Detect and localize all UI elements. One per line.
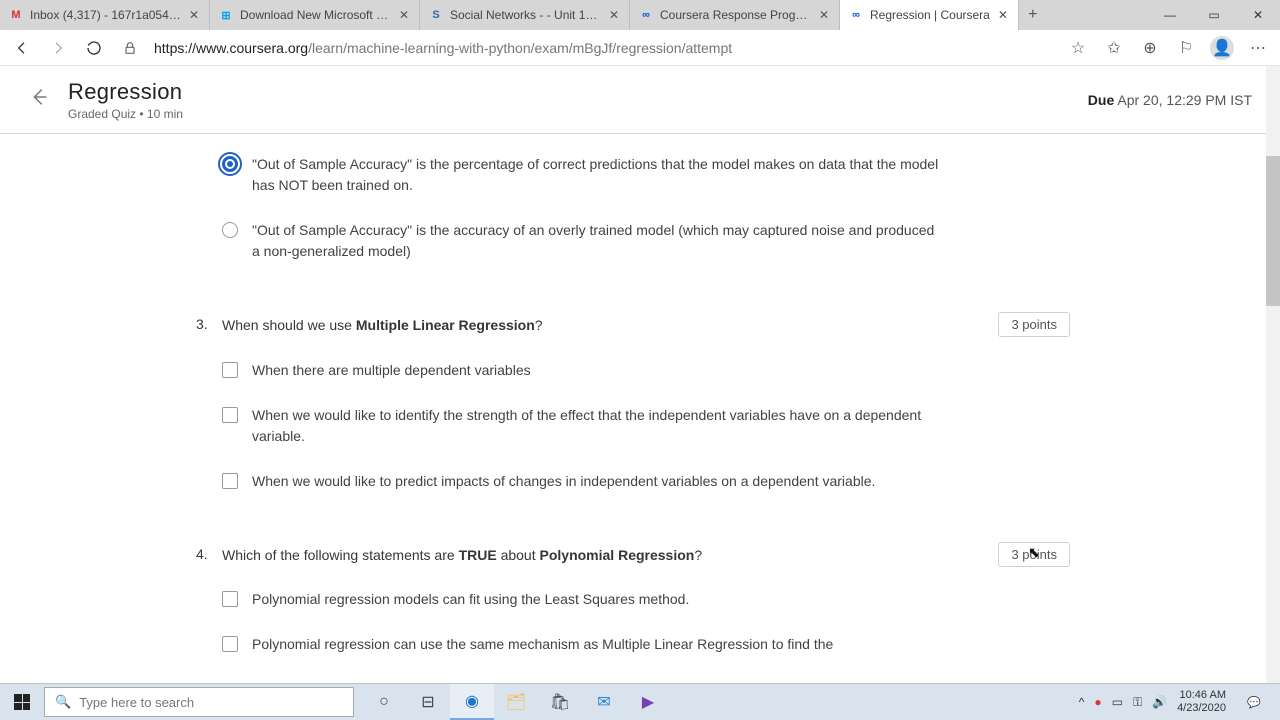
tab-label: Coursera Response Program f	[660, 8, 811, 22]
checkbox-icon[interactable]	[222, 473, 238, 489]
quiz-header: Regression Graded Quiz • 10 min Due Apr …	[0, 66, 1280, 134]
close-icon[interactable]: ✕	[187, 8, 201, 22]
radio-icon[interactable]	[222, 156, 238, 172]
search-placeholder: Type here to search	[79, 695, 194, 710]
points-badge: 3 points	[998, 312, 1070, 337]
favorites-bar-icon[interactable]: ✩	[1098, 33, 1130, 63]
checkbox-icon[interactable]	[222, 362, 238, 378]
checkbox-option[interactable]: When we would like to predict impacts of…	[222, 471, 942, 492]
option-text: "Out of Sample Accuracy" is the accuracy…	[252, 220, 942, 262]
page-title: Regression	[68, 79, 1088, 105]
radio-option[interactable]: "Out of Sample Accuracy" is the percenta…	[222, 154, 942, 196]
option-text: Polynomial regression models can fit usi…	[252, 589, 689, 610]
notifications-icon[interactable]: 💬	[1236, 696, 1272, 709]
quiz-body: "Out of Sample Accuracy" is the percenta…	[0, 134, 1280, 683]
profile-button[interactable]: 👤	[1206, 33, 1238, 63]
tab-label: Download New Microsoft Edg	[240, 8, 391, 22]
checkbox-icon[interactable]	[222, 636, 238, 652]
tray-app-icon[interactable]: ●	[1094, 695, 1101, 709]
question-text: When should we use Multiple Linear Regre…	[222, 316, 942, 336]
checkbox-icon[interactable]	[222, 591, 238, 607]
due-date: Due Apr 20, 12:29 PM IST	[1088, 92, 1252, 108]
option-text: Polynomial regression can use the same m…	[252, 634, 833, 655]
option-text: When there are multiple dependent variab…	[252, 360, 531, 381]
s-icon: S	[428, 7, 444, 23]
points-badge: 3 points	[998, 542, 1070, 567]
taskbar-clock[interactable]: 10:46 AM 4/23/2020	[1177, 689, 1226, 714]
question-4: 4. Which of the following statements are…	[60, 546, 1220, 656]
address-bar: https://www.coursera.org/learn/machine-l…	[0, 30, 1280, 66]
favorite-icon[interactable]: ☆	[1062, 33, 1094, 63]
radio-option[interactable]: "Out of Sample Accuracy" is the accuracy…	[222, 220, 942, 262]
avatar-icon: 👤	[1210, 36, 1234, 60]
coursera-icon: ∞	[638, 7, 654, 23]
tab-social-networks[interactable]: S Social Networks - - Unit 14 - V ✕	[420, 0, 630, 30]
store-icon[interactable]: 🛍	[538, 684, 582, 720]
question-number: 3.	[196, 316, 208, 332]
checkbox-option[interactable]: Polynomial regression models can fit usi…	[222, 589, 942, 610]
task-view-icon[interactable]: ⊟	[406, 684, 450, 720]
window-minimize[interactable]: —	[1148, 0, 1192, 30]
checkbox-option[interactable]: Polynomial regression can use the same m…	[222, 634, 942, 655]
option-text: "Out of Sample Accuracy" is the percenta…	[252, 154, 942, 196]
lock-icon[interactable]	[114, 33, 146, 63]
system-tray: ^ ● ▭ ⚿ 🔊 10:46 AM 4/23/2020 💬	[1071, 689, 1280, 714]
menu-button[interactable]: ⋯	[1242, 33, 1274, 63]
tray-chevron-icon[interactable]: ^	[1079, 695, 1085, 709]
tab-edge-download[interactable]: ⊞ Download New Microsoft Edg ✕	[210, 0, 420, 30]
radio-icon[interactable]	[222, 222, 238, 238]
close-icon[interactable]: ✕	[817, 8, 831, 22]
gmail-icon: M	[8, 7, 24, 23]
window-close[interactable]: ✕	[1236, 0, 1280, 30]
question-2-partial: "Out of Sample Accuracy" is the percenta…	[60, 154, 1220, 262]
url-field[interactable]: https://www.coursera.org/learn/machine-l…	[150, 40, 1058, 56]
option-text: When we would like to predict impacts of…	[252, 471, 875, 492]
tab-regression[interactable]: ∞ Regression | Coursera ✕	[840, 0, 1019, 30]
nav-back-button[interactable]	[6, 33, 38, 63]
browser-titlebar: M Inbox (4,317) - 167r1a0548@g ✕ ⊞ Downl…	[0, 0, 1280, 30]
tab-label: Regression | Coursera	[870, 8, 990, 22]
coursera-icon: ∞	[848, 7, 864, 23]
explorer-icon[interactable]: 🗂	[494, 684, 538, 720]
collections-icon[interactable]: ⊕	[1134, 33, 1166, 63]
mail-icon[interactable]: ✉	[582, 684, 626, 720]
tab-label: Social Networks - - Unit 14 - V	[450, 8, 601, 22]
nav-forward-button[interactable]	[42, 33, 74, 63]
checkbox-icon[interactable]	[222, 407, 238, 423]
question-text: Which of the following statements are TR…	[222, 546, 942, 566]
checkbox-option[interactable]: When there are multiple dependent variab…	[222, 360, 942, 381]
ms-icon: ⊞	[218, 7, 234, 23]
tab-coursera-response[interactable]: ∞ Coursera Response Program f ✕	[630, 0, 840, 30]
media-icon[interactable]: ▶	[626, 684, 670, 720]
windows-taskbar: 🔍 Type here to search ○ ⊟ ◉ 🗂 🛍 ✉ ▶ ^ ● …	[0, 683, 1280, 720]
nav-refresh-button[interactable]	[78, 33, 110, 63]
back-button[interactable]	[28, 86, 50, 113]
tab-label: Inbox (4,317) - 167r1a0548@g	[30, 8, 181, 22]
taskbar-search[interactable]: 🔍 Type here to search	[44, 687, 354, 717]
battery-icon[interactable]: ▭	[1112, 695, 1123, 709]
cortana-icon[interactable]: ○	[362, 684, 406, 720]
close-icon[interactable]: ✕	[996, 8, 1010, 22]
question-number: 4.	[196, 546, 208, 562]
wifi-icon[interactable]: ⚿	[1133, 695, 1142, 710]
reader-icon[interactable]: ⚐	[1170, 33, 1202, 63]
volume-icon[interactable]: 🔊	[1152, 695, 1167, 709]
start-button[interactable]	[0, 684, 44, 720]
search-icon: 🔍	[55, 694, 71, 710]
scrollbar-thumb[interactable]	[1266, 156, 1280, 306]
option-text: When we would like to identify the stren…	[252, 405, 942, 447]
edge-icon[interactable]: ◉	[450, 684, 494, 720]
close-icon[interactable]: ✕	[397, 8, 411, 22]
tab-gmail[interactable]: M Inbox (4,317) - 167r1a0548@g ✕	[0, 0, 210, 30]
windows-icon	[14, 694, 30, 710]
question-3: 3. When should we use Multiple Linear Re…	[60, 316, 1220, 492]
page-subtitle: Graded Quiz • 10 min	[68, 107, 1088, 121]
checkbox-option[interactable]: When we would like to identify the stren…	[222, 405, 942, 447]
new-tab-button[interactable]: +	[1019, 0, 1047, 30]
window-maximize[interactable]: ▭	[1192, 0, 1236, 30]
close-icon[interactable]: ✕	[607, 8, 621, 22]
